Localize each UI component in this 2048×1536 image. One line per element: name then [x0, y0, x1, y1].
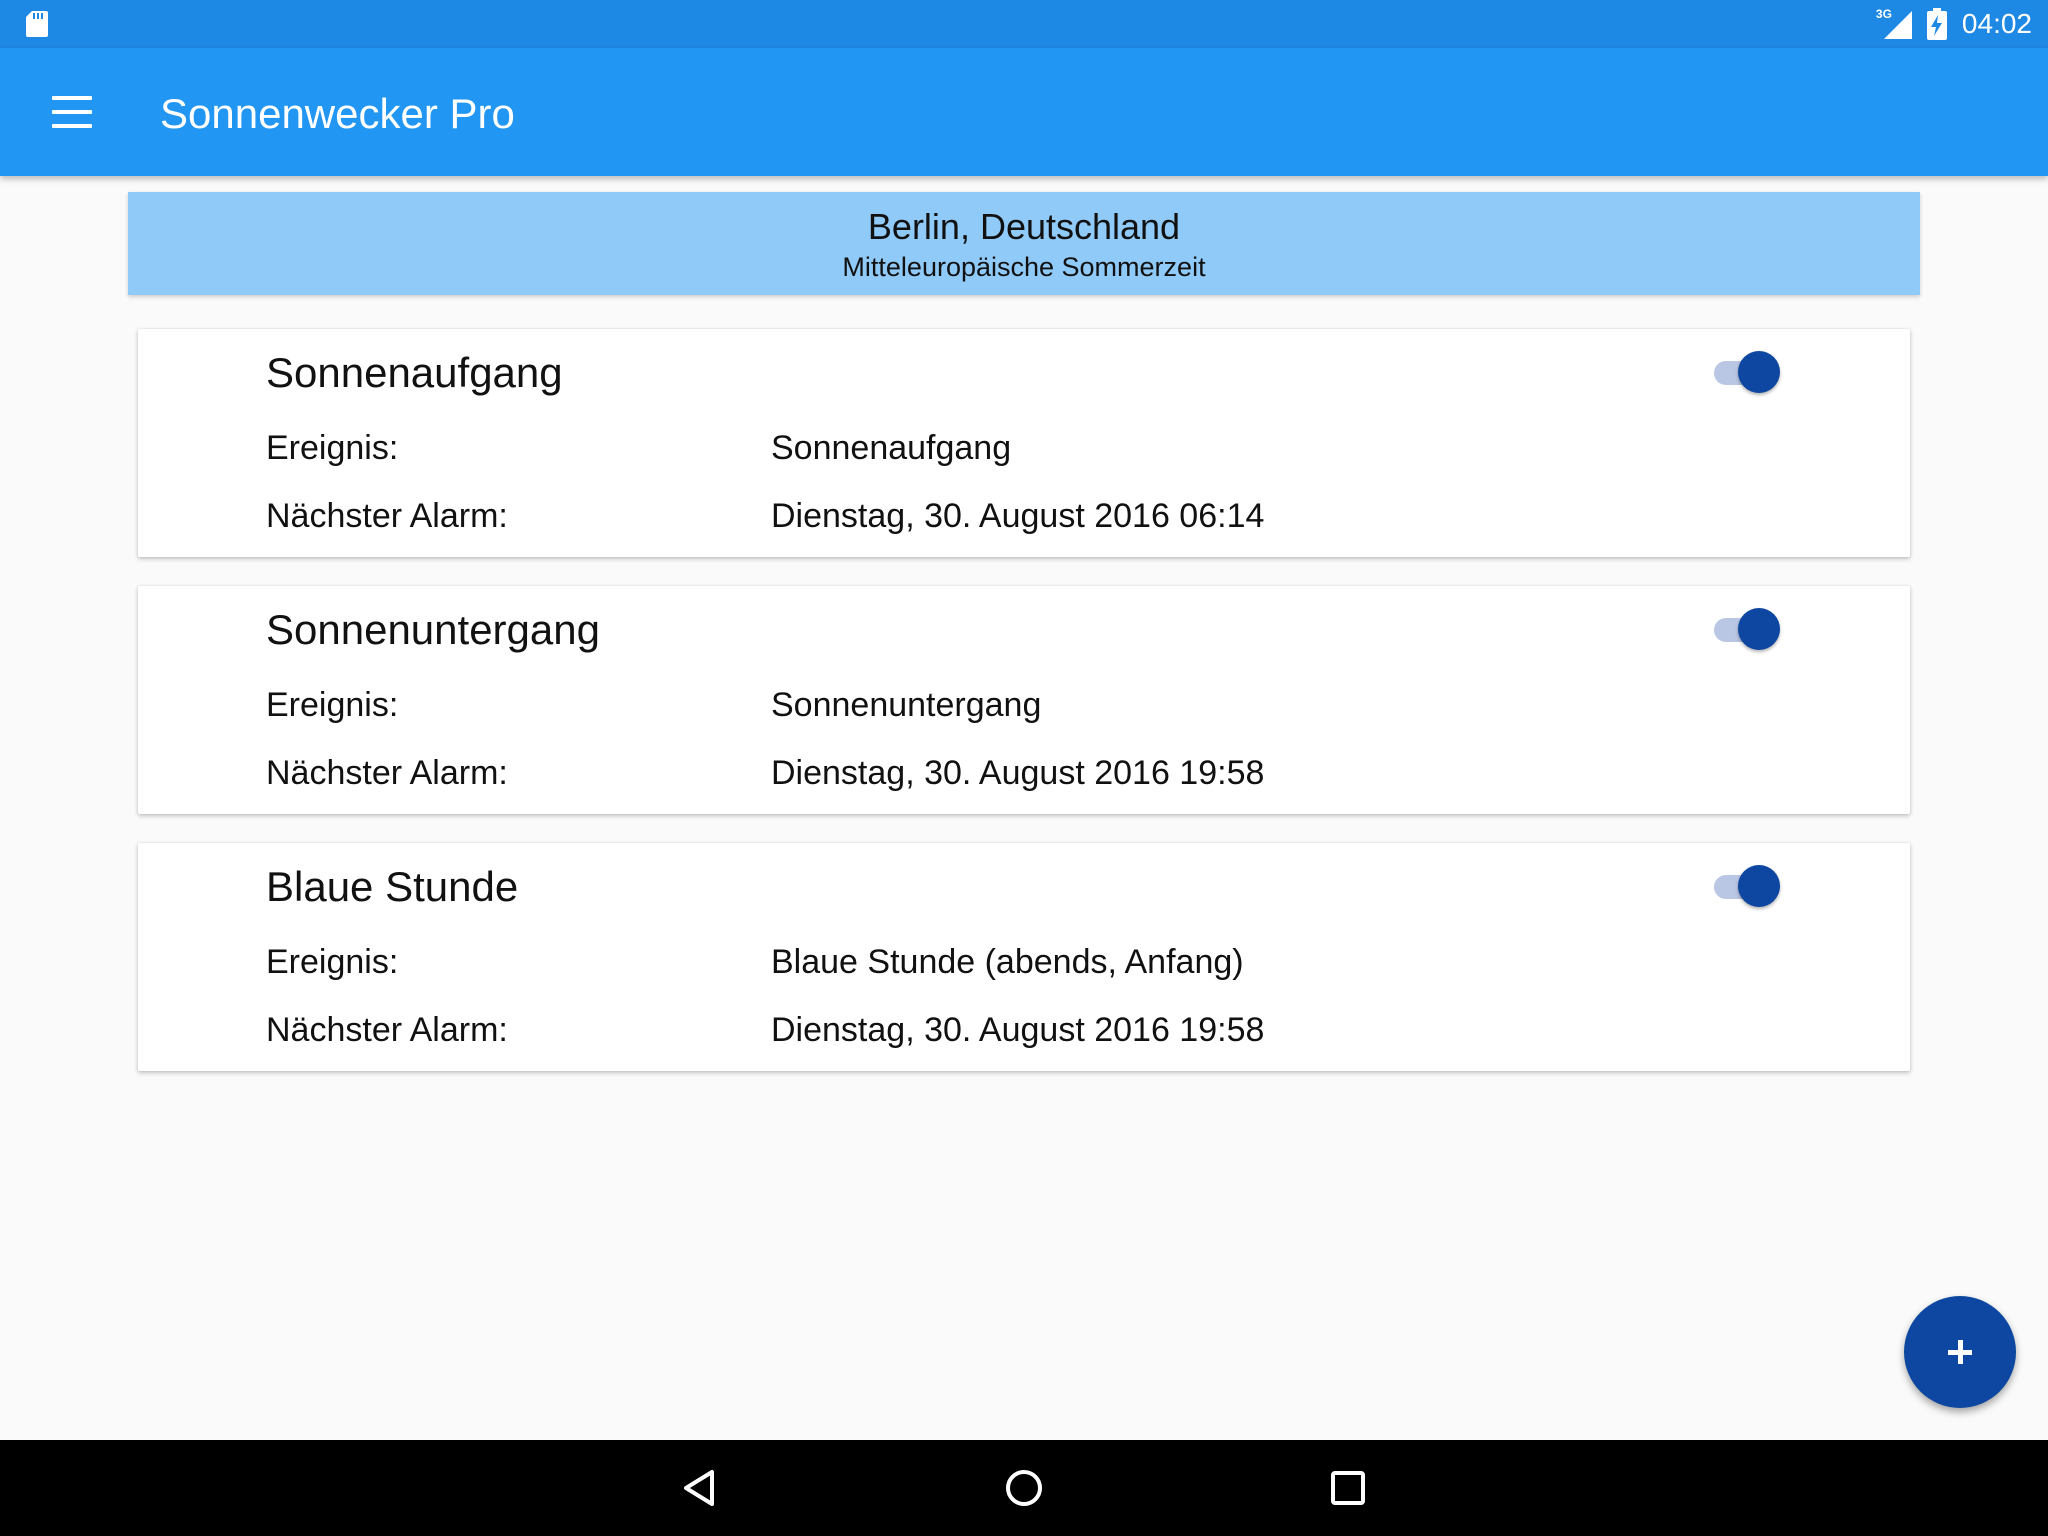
alarm-title: Sonnenaufgang	[266, 349, 563, 396]
navigation-bar	[0, 1440, 2048, 1536]
alarm-toggle-switch[interactable]	[1710, 865, 1780, 907]
location-timezone: Mitteleuropäische Sommerzeit	[842, 252, 1206, 282]
signal-icon: 3G	[1876, 7, 1912, 39]
alarm-card[interactable]: Sonnenaufgang Ereignis: Sonnenaufgang Nä…	[138, 329, 1910, 557]
alarm-card[interactable]: Blaue Stunde Ereignis: Blaue Stunde (abe…	[138, 843, 1910, 1071]
status-bar: 3G 04:02	[0, 0, 2048, 48]
alarm-title: Sonnenuntergang	[266, 606, 600, 653]
alarm-card[interactable]: Sonnenuntergang Ereignis: Sonnenuntergan…	[138, 586, 1910, 814]
alarm-title: Blaue Stunde	[266, 863, 519, 910]
hamburger-menu-icon[interactable]	[40, 86, 104, 138]
app-screen: 3G 04:02 Sonnenwecker Pro Berlin, Deutsc…	[0, 0, 2048, 1536]
location-city: Berlin, Deutschland	[867, 206, 1181, 247]
alarm-toggle-switch[interactable]	[1710, 351, 1780, 393]
back-icon[interactable]	[672, 1460, 728, 1516]
next-alarm-label: Nächster Alarm:	[266, 1011, 508, 1049]
next-alarm-label: Nächster Alarm:	[266, 754, 508, 792]
alarm-toggle-switch[interactable]	[1710, 608, 1780, 650]
event-label: Ereignis:	[266, 686, 399, 724]
next-alarm-value: Dienstag, 30. August 2016 19:58	[771, 754, 1265, 792]
next-alarm-value: Dienstag, 30. August 2016 19:58	[771, 1011, 1265, 1049]
battery-charging-icon	[1926, 8, 1947, 40]
location-banner[interactable]: Berlin, Deutschland Mitteleuropäische So…	[128, 192, 1920, 295]
recent-apps-icon[interactable]	[1320, 1460, 1376, 1516]
event-value: Sonnenaufgang	[771, 429, 1012, 467]
clock: 04:02	[1961, 8, 2032, 39]
event-label: Ereignis:	[266, 943, 399, 981]
event-value: Blaue Stunde (abends, Anfang)	[771, 943, 1244, 981]
next-alarm-label: Nächster Alarm:	[266, 497, 508, 535]
app-bar: Sonnenwecker Pro	[0, 48, 2048, 176]
add-alarm-button[interactable]	[1904, 1296, 2016, 1408]
event-value: Sonnenuntergang	[771, 686, 1042, 724]
home-icon[interactable]	[996, 1460, 1052, 1516]
next-alarm-value: Dienstag, 30. August 2016 06:14	[771, 497, 1265, 535]
event-label: Ereignis:	[266, 429, 399, 467]
app-title: Sonnenwecker Pro	[160, 90, 515, 137]
status-icons: 3G 04:02	[1876, 0, 2032, 48]
sd-card-icon	[26, 11, 48, 37]
